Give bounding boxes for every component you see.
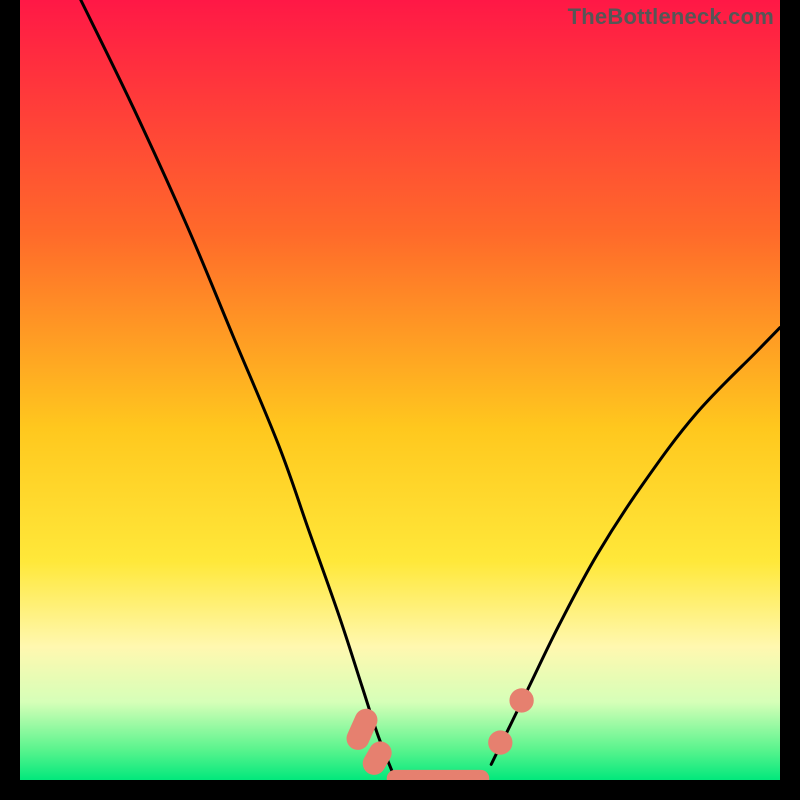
marker-2 bbox=[387, 770, 490, 780]
watermark-text: TheBottleneck.com bbox=[568, 4, 774, 30]
chart-svg bbox=[20, 0, 780, 780]
gradient-background bbox=[20, 0, 780, 780]
chart-frame bbox=[20, 0, 780, 780]
marker-3 bbox=[488, 730, 512, 754]
marker-4 bbox=[509, 688, 533, 712]
